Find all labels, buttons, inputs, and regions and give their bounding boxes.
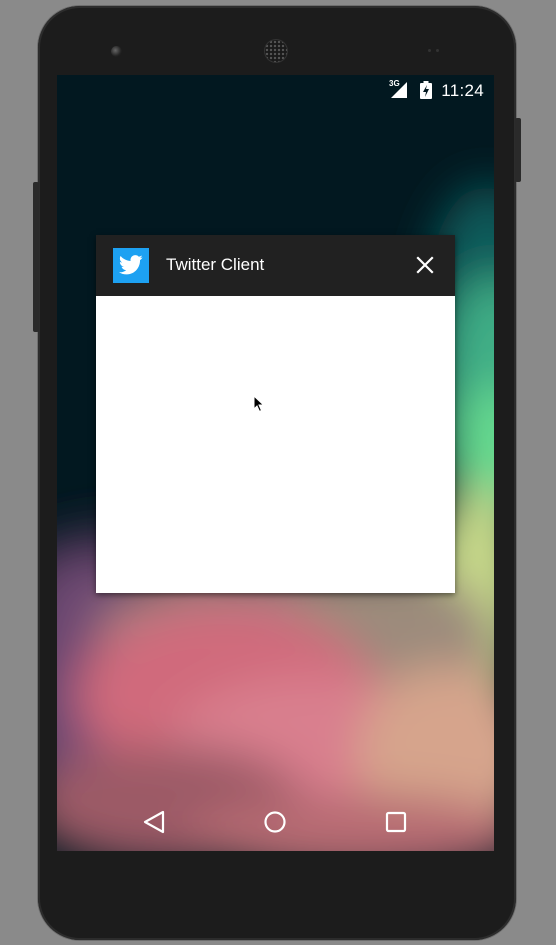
home-button[interactable] bbox=[260, 807, 290, 837]
twitter-bird-icon bbox=[113, 248, 149, 283]
volume-button bbox=[33, 182, 39, 332]
dialog-content-area bbox=[96, 296, 455, 593]
earpiece-speaker bbox=[265, 40, 287, 62]
navigation-bar bbox=[57, 791, 494, 851]
back-icon bbox=[143, 810, 165, 834]
twitter-client-dialog: Twitter Client bbox=[96, 235, 455, 593]
front-camera bbox=[111, 46, 122, 57]
light-sensor bbox=[436, 49, 439, 52]
back-button[interactable] bbox=[139, 807, 169, 837]
status-time: 11:24 bbox=[441, 81, 484, 100]
close-icon bbox=[416, 256, 434, 274]
battery-charging-icon bbox=[420, 81, 432, 99]
phone-frame: 3G 11:24 Twitter Client bbox=[38, 6, 516, 940]
dialog-header: Twitter Client bbox=[96, 235, 455, 296]
home-icon bbox=[264, 811, 286, 833]
proximity-sensor bbox=[428, 49, 431, 52]
signal-strength-icon bbox=[391, 82, 407, 98]
power-button bbox=[515, 118, 521, 182]
recents-icon bbox=[385, 811, 407, 833]
status-bar: 3G 11:24 bbox=[57, 75, 494, 105]
mouse-pointer-icon bbox=[253, 395, 265, 413]
close-button[interactable] bbox=[413, 253, 437, 277]
dialog-title: Twitter Client bbox=[166, 255, 265, 274]
device-screen: 3G 11:24 Twitter Client bbox=[57, 75, 494, 851]
recents-button[interactable] bbox=[381, 807, 411, 837]
